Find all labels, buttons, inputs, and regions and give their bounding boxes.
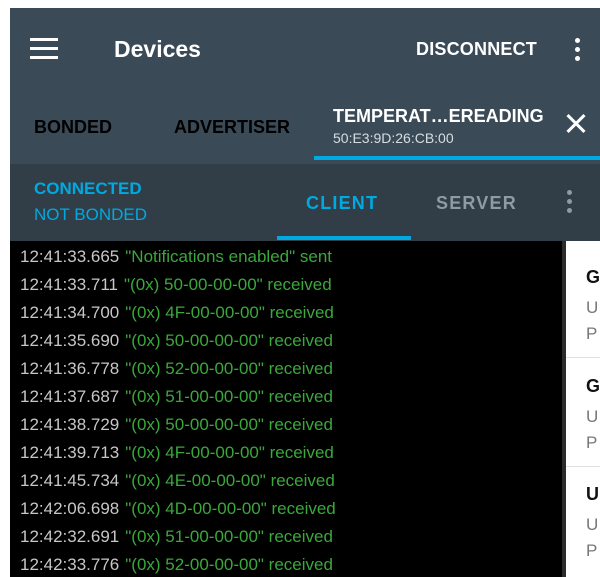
log-time: 12:41:34.700 bbox=[20, 303, 120, 322]
log-row: 12:41:39.713 "(0x) 4F-00-00-00" received bbox=[20, 441, 334, 465]
service-type: P bbox=[586, 541, 598, 560]
log-row: 12:41:35.690 "(0x) 50-00-00-00" received bbox=[20, 329, 333, 353]
log-time: 12:41:38.729 bbox=[20, 415, 120, 434]
log-time: 12:41:37.687 bbox=[20, 387, 120, 406]
log-time: 12:41:35.690 bbox=[20, 331, 120, 350]
divider bbox=[566, 357, 600, 358]
log-time: 12:41:36.778 bbox=[20, 359, 120, 378]
log-row: 12:41:33.665 "Notifications enabled" sent bbox=[20, 245, 332, 269]
service-name[interactable]: G bbox=[586, 376, 600, 397]
log-row: 12:41:37.687 "(0x) 51-00-00-00" received bbox=[20, 385, 333, 409]
log-row: 12:42:32.691 "(0x) 51-00-00-00" received bbox=[20, 525, 333, 549]
service-name[interactable]: U bbox=[586, 484, 599, 505]
log-row: 12:41:34.700 "(0x) 4F-00-00-00" received bbox=[20, 301, 334, 325]
log-message: "(0x) 52-00-00-00" received bbox=[125, 555, 333, 574]
bond-state: NOT BONDED bbox=[34, 205, 148, 224]
log-message: "(0x) 4D-00-00-00" received bbox=[125, 499, 336, 518]
log-message: "(0x) 51-00-00-00" received bbox=[125, 527, 333, 546]
app-window: Devices DISCONNECT BONDED ADVERTISER TEM… bbox=[10, 8, 600, 577]
service-uuid: U bbox=[586, 515, 599, 534]
log-message: "(0x) 50-00-00-00" received bbox=[125, 331, 333, 350]
tab-bonded[interactable]: BONDED bbox=[34, 117, 112, 138]
disconnect-button[interactable]: DISCONNECT bbox=[416, 39, 537, 60]
log-message: "(0x) 4E-00-00-00" received bbox=[125, 471, 335, 490]
log-message: "(0x) 50-00-00-00" received bbox=[124, 275, 332, 294]
log-message: "(0x) 50-00-00-00" received bbox=[125, 415, 333, 434]
log-panel[interactable]: 12:41:33.665 "Notifications enabled" sent… bbox=[10, 241, 562, 577]
page-title: Devices bbox=[114, 36, 201, 62]
log-message: "(0x) 4F-00-00-00" received bbox=[125, 303, 334, 322]
close-icon[interactable] bbox=[566, 113, 586, 134]
service-uuid: U bbox=[586, 298, 599, 317]
service-type: P bbox=[586, 433, 598, 452]
log-row: 12:41:45.734 "(0x) 4E-00-00-00" received bbox=[20, 469, 335, 493]
log-message: "(0x) 4F-00-00-00" received bbox=[125, 443, 334, 462]
log-row: 12:41:36.778 "(0x) 52-00-00-00" received bbox=[20, 357, 333, 381]
more-vert-icon[interactable] bbox=[567, 190, 573, 214]
log-message: "Notifications enabled" sent bbox=[125, 247, 333, 266]
log-time: 12:41:45.734 bbox=[20, 471, 120, 490]
divider bbox=[566, 466, 600, 467]
log-time: 12:41:33.665 bbox=[20, 247, 120, 266]
services-list[interactable]: G U P G U P U U P bbox=[566, 241, 600, 577]
menu-icon[interactable] bbox=[30, 38, 58, 60]
log-message: "(0x) 52-00-00-00" received bbox=[125, 359, 333, 378]
log-time: 12:42:33.776 bbox=[20, 555, 120, 574]
log-row: 12:41:33.711 "(0x) 50-00-00-00" received bbox=[20, 273, 332, 297]
connection-state: CONNECTED bbox=[34, 179, 142, 198]
log-row: 12:41:38.729 "(0x) 50-00-00-00" received bbox=[20, 413, 333, 437]
log-time: 12:42:32.691 bbox=[20, 527, 120, 546]
log-time: 12:41:39.713 bbox=[20, 443, 120, 462]
tab-advertiser[interactable]: ADVERTISER bbox=[174, 117, 290, 138]
mode-tab-indicator bbox=[277, 236, 411, 240]
tab-server[interactable]: SERVER bbox=[436, 193, 517, 214]
tab-device-address: 50:E3:9D:26:CB:00 bbox=[333, 130, 454, 146]
more-vert-icon[interactable] bbox=[575, 38, 581, 62]
log-row: 12:42:33.776 "(0x) 52-00-00-00" received bbox=[20, 553, 333, 577]
log-row: 12:42:06.698 "(0x) 4D-00-00-00" received bbox=[20, 497, 336, 521]
log-message: "(0x) 51-00-00-00" received bbox=[125, 387, 333, 406]
tab-client[interactable]: CLIENT bbox=[306, 193, 378, 214]
log-time: 12:41:33.711 bbox=[20, 275, 118, 294]
app-bar: Devices DISCONNECT bbox=[10, 8, 600, 92]
tab-device-name[interactable]: TEMPERAT…EREADING bbox=[333, 106, 544, 127]
log-time: 12:42:06.698 bbox=[20, 499, 120, 518]
device-tab-indicator bbox=[314, 156, 600, 160]
service-uuid: U bbox=[586, 407, 599, 426]
service-name[interactable]: G bbox=[586, 267, 600, 288]
service-type: P bbox=[586, 324, 598, 343]
